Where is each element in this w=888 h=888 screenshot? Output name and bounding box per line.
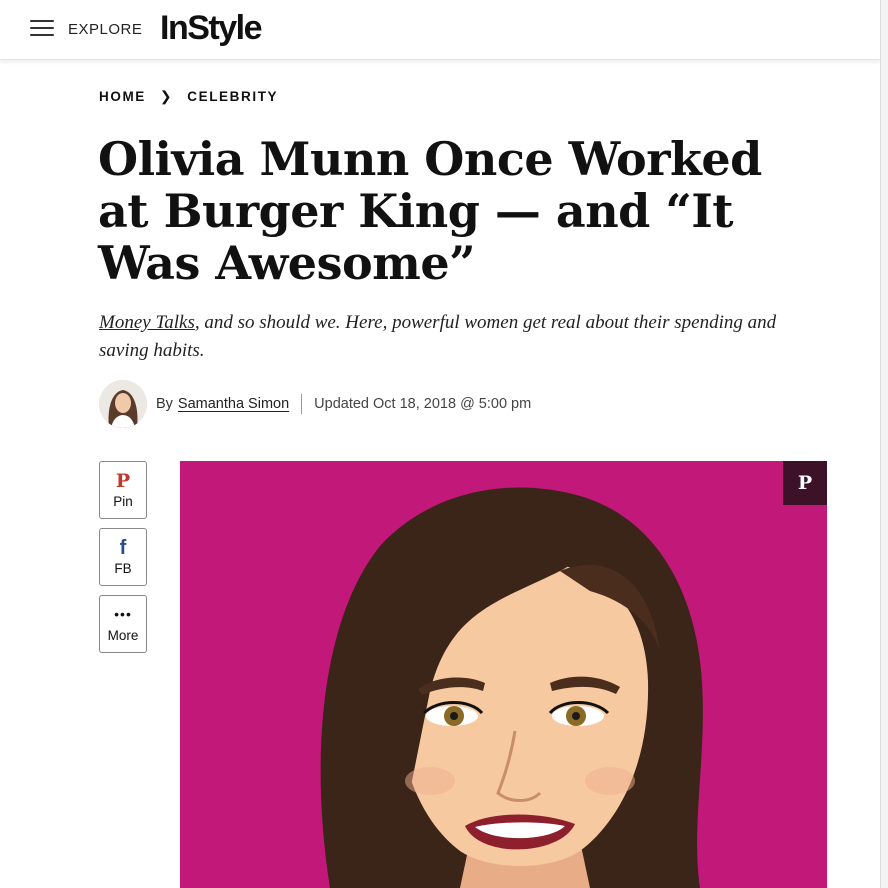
pinterest-icon: P (115, 470, 131, 492)
chevron-right-icon: ❯ (159, 88, 174, 104)
site-header: EXPLORE InStyle (0, 0, 880, 60)
facebook-share-button[interactable]: f FB (99, 528, 147, 586)
pinterest-icon: P (797, 472, 813, 494)
more-label: More (107, 628, 139, 643)
portrait-illustration (180, 461, 827, 888)
byline-divider (301, 394, 303, 414)
site-logo[interactable]: InStyle (160, 9, 262, 48)
article-title: Olivia Munn Once Worked at Burger King —… (98, 132, 762, 290)
updated-date: Updated Oct 18, 2018 @ 5:00 pm (314, 396, 532, 412)
author-avatar[interactable] (99, 380, 147, 428)
facebook-icon: f (119, 537, 127, 559)
subtitle-text: , and so should we. Here, powerful women… (99, 312, 777, 361)
more-share-button[interactable]: ••• More (99, 595, 147, 653)
explore-button[interactable]: EXPLORE (68, 21, 142, 38)
byline: By Samantha Simon Updated Oct 18, 2018 @… (99, 379, 531, 429)
breadcrumb: HOME ❯ CELEBRITY (99, 88, 278, 105)
pin-image-button[interactable]: P (783, 461, 827, 505)
byline-prefix: By (156, 396, 173, 412)
pin-label: Pin (113, 494, 133, 509)
page-scroll-edge (880, 0, 888, 888)
breadcrumb-home[interactable]: HOME (99, 89, 146, 104)
money-talks-link[interactable]: Money Talks (99, 312, 195, 333)
author-link[interactable]: Samantha Simon (178, 396, 289, 412)
more-dots-icon: ••• (114, 606, 132, 622)
pin-share-button[interactable]: P Pin (99, 461, 147, 519)
byline-text: By Samantha Simon Updated Oct 18, 2018 @… (156, 394, 531, 414)
hero-illustration: P (180, 461, 827, 888)
hamburger-icon[interactable] (30, 20, 56, 40)
article-subtitle: Money Talks, and so should we. Here, pow… (99, 309, 819, 365)
breadcrumb-celebrity[interactable]: CELEBRITY (187, 89, 278, 104)
fb-label: FB (114, 561, 132, 576)
